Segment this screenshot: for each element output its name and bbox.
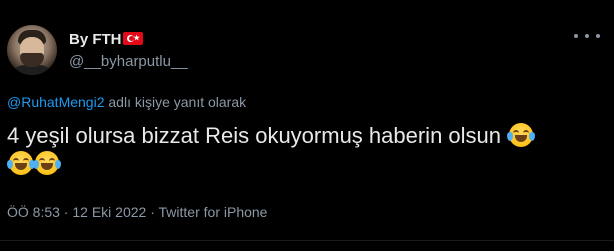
author-display-name[interactable]: By FTH ★ [69, 31, 143, 48]
tweet-body: 4 yeşil olursa bizzat Reis okuyormuş hab… [7, 122, 607, 178]
face-with-tears-of-joy-icon [507, 123, 536, 147]
author-name-text: By FTH [69, 31, 122, 48]
avatar[interactable] [7, 25, 57, 75]
more-options-icon[interactable] [574, 29, 600, 43]
turkey-flag-icon: ★ [122, 32, 143, 45]
face-with-tears-of-joy-icon [7, 151, 35, 175]
tweet-source[interactable]: Twitter for iPhone [159, 204, 268, 220]
reply-mention-link[interactable]: @RuhatMengi2 [7, 94, 105, 110]
reply-suffix-text: adlı kişiye yanıt olarak [104, 94, 247, 110]
author-handle[interactable]: @__byharputlu__ [69, 53, 188, 70]
tweet-card: By FTH ★ @__byharputlu__ @RuhatMengi2 adl… [0, 0, 614, 251]
divider [0, 240, 614, 241]
replying-to-line: @RuhatMengi2 adlı kişiye yanıt olarak [7, 94, 246, 110]
meta-separator: · [146, 204, 159, 220]
face-with-tears-of-joy-icon [33, 151, 61, 175]
tweet-date[interactable]: 12 Eki 2022 [72, 204, 146, 220]
tweet-text: 4 yeşil olursa bizzat Reis okuyormuş hab… [7, 123, 502, 148]
meta-separator: · [59, 204, 73, 220]
tweet-time[interactable]: ÖÖ 8:53 [7, 204, 60, 220]
tweet-meta: ÖÖ 8:53 · 12 Eki 2022 · Twitter for iPho… [7, 204, 267, 220]
